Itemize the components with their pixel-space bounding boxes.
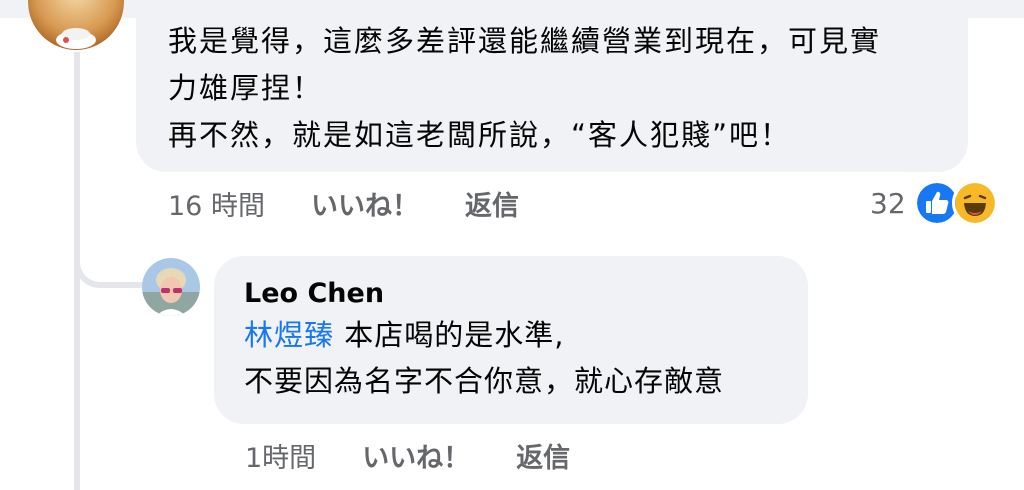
- haha-icon: [951, 180, 998, 226]
- comment-text-line: 再不然，就是如這老闆所說，“客人犯賤”吧！: [168, 118, 792, 152]
- comment-author[interactable]: Leo Chen: [244, 276, 778, 312]
- reaction-summary[interactable]: 32: [870, 180, 998, 226]
- comment-text-line: 力雄厚捏！: [168, 71, 324, 105]
- comment-text-line: 不要因為名字不合你意，就心存敵意: [244, 364, 725, 398]
- comment-text: 本店喝的是水準,: [344, 318, 565, 352]
- avatar[interactable]: [142, 258, 200, 316]
- reply-button[interactable]: 返信: [465, 184, 519, 223]
- mention-link[interactable]: 林煜臻: [244, 318, 334, 352]
- reaction-count: 32: [870, 186, 906, 220]
- like-button[interactable]: いいね！: [362, 436, 470, 475]
- comment-actions: 16 時間 いいね！ 返信: [168, 184, 519, 223]
- comment-text-line: 林煜臻 本店喝的是水準,: [244, 312, 778, 358]
- like-button[interactable]: いいね！: [311, 184, 419, 223]
- comment-timestamp[interactable]: 1時間: [245, 436, 316, 475]
- avatar[interactable]: [28, 0, 124, 50]
- comment-bubble: 我是覺得，這麼多差評還能繼續營業到現在，可見實 力雄厚捏！ 再不然，就是如這老闆…: [136, 0, 968, 172]
- comment-actions: 1時間 いいね！ 返信: [245, 436, 570, 475]
- reply-bubble: Leo Chen 林煜臻 本店喝的是水準, 不要因為名字不合你意，就心存敵意: [214, 256, 808, 424]
- avatar-image: [142, 258, 200, 316]
- comment-text-line: 我是覺得，這麼多差評還能繼續營業到現在，可見實: [168, 24, 882, 58]
- avatar-image: [28, 0, 124, 50]
- comment-timestamp[interactable]: 16 時間: [168, 184, 265, 223]
- thread-connector: [74, 224, 146, 288]
- reply-button[interactable]: 返信: [516, 436, 570, 475]
